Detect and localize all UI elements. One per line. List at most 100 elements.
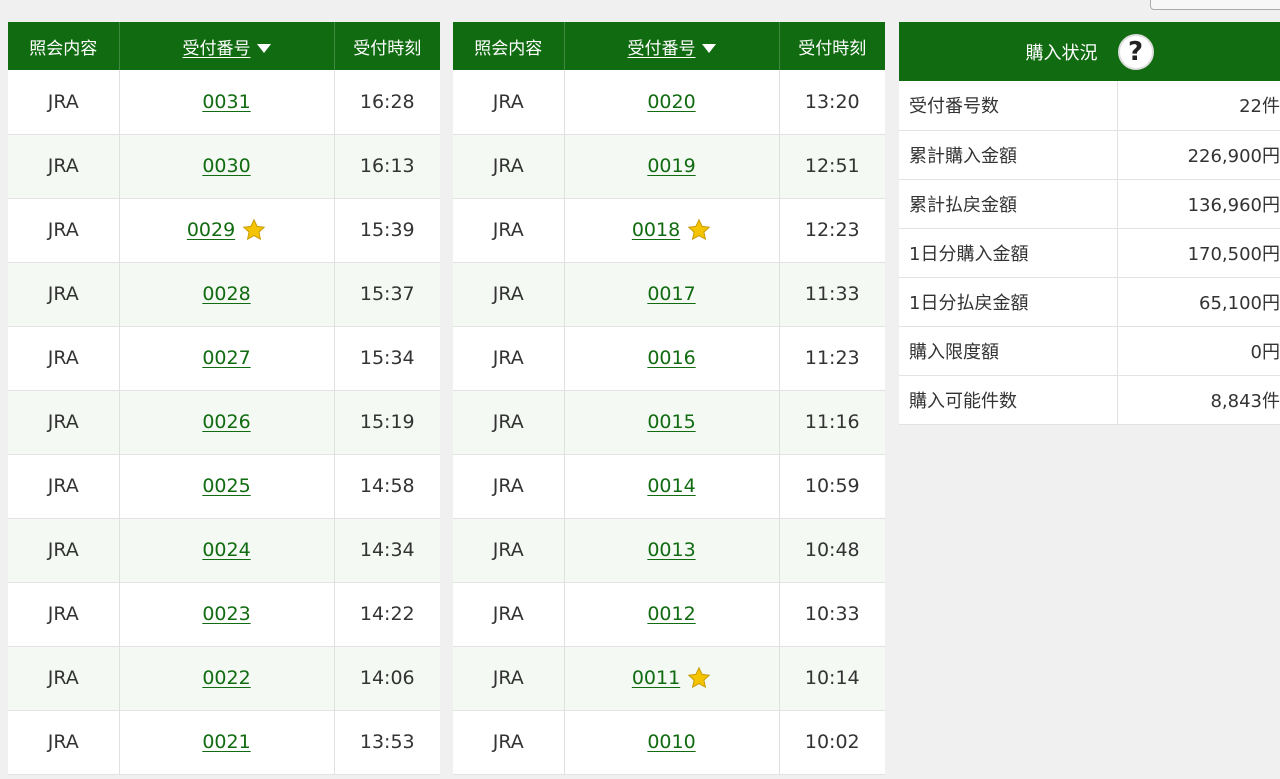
table-row: JRA 0011 10:14 <box>453 646 885 711</box>
star-icon <box>687 218 711 242</box>
inquiry-cell: JRA <box>8 70 120 135</box>
inquiry-cell: JRA <box>453 70 565 135</box>
status-row: 1日分購入金額 170,500円 <box>899 228 1280 278</box>
sort-link-receipt-number[interactable]: 受付番号 <box>628 39 696 59</box>
sort-link-receipt-number[interactable]: 受付番号 <box>183 39 251 59</box>
status-row: 受付番号数 22件 <box>899 81 1280 131</box>
receipt-number-cell: 0019 <box>564 134 780 199</box>
status-label: 購入限度額 <box>899 326 1118 376</box>
receipt-time-cell: 10:14 <box>779 646 885 711</box>
status-value: 226,900円 <box>1117 130 1280 180</box>
receipt-number-link[interactable]: 0019 <box>647 155 695 177</box>
status-label: 受付番号数 <box>899 81 1118 131</box>
receipt-time-cell: 12:23 <box>779 198 885 263</box>
receipt-number-cell: 0010 <box>564 710 780 775</box>
inquiry-cell: JRA <box>453 582 565 647</box>
table-row: JRA 0013 10:48 <box>453 518 885 583</box>
receipt-number-cell: 0016 <box>564 326 780 391</box>
inquiry-cell: JRA <box>453 198 565 263</box>
table-header-row: 照会内容 受付番号 受付時刻 <box>453 22 885 70</box>
receipt-number-cell: 0030 <box>119 134 335 199</box>
receipt-number-link[interactable]: 0012 <box>647 603 695 625</box>
receipt-time-cell: 15:19 <box>334 390 440 455</box>
star-icon <box>242 218 266 242</box>
receipt-number-link[interactable]: 0021 <box>202 731 250 753</box>
receipt-time-cell: 14:34 <box>334 518 440 583</box>
help-icon[interactable]: ? <box>1117 33 1154 70</box>
receipt-number-link[interactable]: 0010 <box>647 731 695 753</box>
status-row: 累計購入金額 226,900円 <box>899 130 1280 180</box>
inquiry-cell: JRA <box>453 518 565 583</box>
receipt-number-cell: 0011 <box>564 646 780 711</box>
receipt-time-cell: 10:59 <box>779 454 885 519</box>
receipt-number-cell: 0023 <box>119 582 335 647</box>
table-row: JRA 0010 10:02 <box>453 710 885 775</box>
receipt-time-cell: 16:13 <box>334 134 440 199</box>
table-row: JRA 0023 14:22 <box>8 582 440 647</box>
receipt-time-cell: 14:22 <box>334 582 440 647</box>
sort-down-icon[interactable] <box>256 44 271 53</box>
receipt-number-cell: 0031 <box>119 70 335 135</box>
inquiry-cell: JRA <box>453 454 565 519</box>
receipt-number-link[interactable]: 0018 <box>632 219 680 241</box>
table-row: JRA 0028 15:37 <box>8 262 440 327</box>
inquiry-cell: JRA <box>453 646 565 711</box>
receipt-number-link[interactable]: 0024 <box>202 539 250 561</box>
sort-down-icon[interactable] <box>701 44 716 53</box>
table-row: JRA 0025 14:58 <box>8 454 440 519</box>
table-row: JRA 0015 11:16 <box>453 390 885 455</box>
inquiry-cell: JRA <box>8 390 120 455</box>
column-header-inquiry: 照会内容 <box>453 22 565 70</box>
table-header-row: 照会内容 受付番号 受付時刻 <box>8 22 440 70</box>
status-label: 購入可能件数 <box>899 375 1118 425</box>
receipt-number-cell: 0014 <box>564 454 780 519</box>
receipt-number-link[interactable]: 0029 <box>187 219 235 241</box>
receipt-time-cell: 16:28 <box>334 70 440 135</box>
column-header-receipt-number[interactable]: 受付番号 <box>564 22 780 70</box>
status-value: 170,500円 <box>1117 228 1280 278</box>
status-row: 1日分払戻金額 65,100円 <box>899 277 1280 327</box>
receipt-number-link[interactable]: 0028 <box>202 283 250 305</box>
inquiry-cell: JRA <box>8 454 120 519</box>
receipt-number-link[interactable]: 0026 <box>202 411 250 433</box>
inquiry-cell: JRA <box>8 710 120 775</box>
table-row: JRA 0014 10:59 <box>453 454 885 519</box>
status-label: 累計払戻金額 <box>899 179 1118 229</box>
receipt-number-link[interactable]: 0020 <box>647 91 695 113</box>
receipt-number-link[interactable]: 0014 <box>647 475 695 497</box>
table-row: JRA 0020 13:20 <box>453 70 885 135</box>
table-row: JRA 0027 15:34 <box>8 326 440 391</box>
receipt-number-link[interactable]: 0025 <box>202 475 250 497</box>
star-icon <box>687 666 711 690</box>
receipt-number-link[interactable]: 0030 <box>202 155 250 177</box>
receipt-number-link[interactable]: 0011 <box>632 667 680 689</box>
receipt-number-link[interactable]: 0022 <box>202 667 250 689</box>
receipt-number-cell: 0020 <box>564 70 780 135</box>
receipt-number-link[interactable]: 0016 <box>647 347 695 369</box>
inquiry-cell: JRA <box>453 326 565 391</box>
receipt-number-link[interactable]: 0017 <box>647 283 695 305</box>
purchase-status-panel: 購入状況 ? 受付番号数 22件 累計購入金額 226,900円 累計払戻金額 136,9… <box>899 22 1280 425</box>
receipt-number-link[interactable]: 0031 <box>202 91 250 113</box>
top-right-button[interactable] <box>1150 0 1280 10</box>
column-header-receipt-time: 受付時刻 <box>334 22 440 70</box>
receipt-time-cell: 10:33 <box>779 582 885 647</box>
status-label: 1日分払戻金額 <box>899 277 1118 327</box>
inquiry-cell: JRA <box>8 518 120 583</box>
receipt-number-link[interactable]: 0023 <box>202 603 250 625</box>
receipt-time-cell: 13:20 <box>779 70 885 135</box>
receipt-list-right: 照会内容 受付番号 受付時刻 JRA 0020 13:20 JRA 0019 12:51 J… <box>453 22 885 775</box>
receipt-number-link[interactable]: 0013 <box>647 539 695 561</box>
inquiry-cell: JRA <box>453 134 565 199</box>
receipt-time-cell: 13:53 <box>334 710 440 775</box>
status-label: 累計購入金額 <box>899 130 1118 180</box>
status-value: 0円 <box>1117 326 1280 376</box>
receipt-number-cell: 0025 <box>119 454 335 519</box>
receipt-number-cell: 0022 <box>119 646 335 711</box>
receipt-number-link[interactable]: 0027 <box>202 347 250 369</box>
receipt-number-link[interactable]: 0015 <box>647 411 695 433</box>
table-row: JRA 0029 15:39 <box>8 198 440 263</box>
receipt-time-cell: 15:34 <box>334 326 440 391</box>
purchase-status-title: 購入状況 <box>1025 42 1098 64</box>
column-header-receipt-number[interactable]: 受付番号 <box>119 22 335 70</box>
